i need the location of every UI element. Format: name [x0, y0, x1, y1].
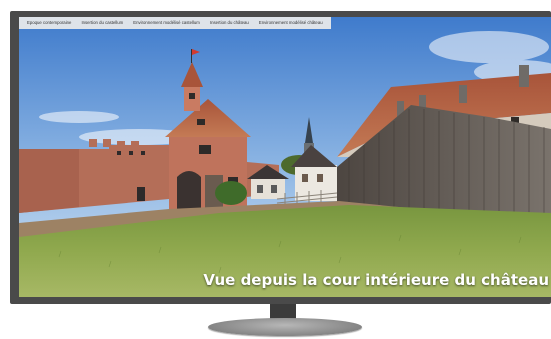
monitor-screen: Epoque contemporaine Insertion du castel…: [19, 17, 551, 297]
menu-item-insertion-castellum[interactable]: Insertion du castellum: [76, 17, 128, 29]
scene-menu-bar: Epoque contemporaine Insertion du castel…: [19, 17, 331, 29]
hedge: [215, 181, 247, 205]
scene-caption: Vue depuis la cour intérieure du château: [203, 271, 549, 289]
monitor-stand-base: [208, 318, 362, 336]
castle-courtyard-scene[interactable]: [19, 17, 551, 297]
menu-item-environnement-chateau[interactable]: Environnement modélisé château: [254, 17, 328, 29]
menu-item-epoque-contemporaine[interactable]: Epoque contemporaine: [22, 17, 76, 29]
menu-item-environnement-castellum[interactable]: Environnement modélisé castellum: [128, 17, 205, 29]
menu-item-insertion-chateau[interactable]: Insertion du château: [205, 17, 254, 29]
